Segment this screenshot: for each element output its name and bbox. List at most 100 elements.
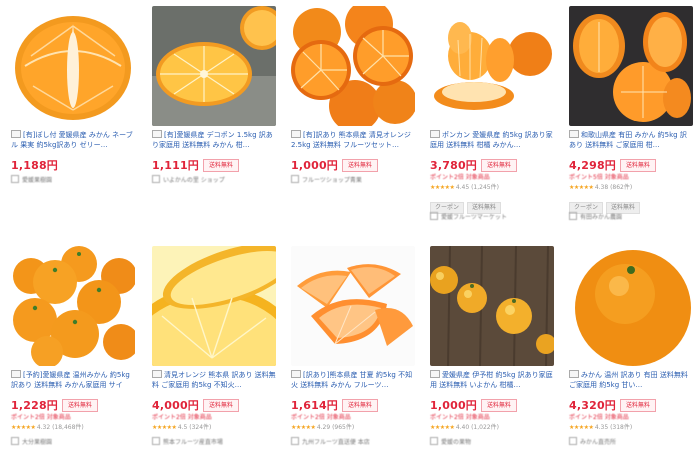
- compare-checkbox[interactable]: [152, 130, 162, 138]
- tag-row: クーポン 送料無料: [569, 194, 643, 214]
- product-title-link[interactable]: [有]訳あり 熊本県産 清見オレンジ 2.5kg 送料無料 フルーツセット…: [291, 130, 415, 150]
- point-note: ポイント2倍 対象商品: [291, 414, 351, 421]
- product-title-link[interactable]: みかん 温州 訳あり 有田 送料無料 ご家庭用 約5kg 甘い…: [569, 370, 693, 390]
- product-title-link[interactable]: [訳あり]熊本県産 甘夏 約5kg 不知火 送料無料 みかん フルーツ…: [291, 370, 415, 390]
- product-image[interactable]: [11, 6, 135, 126]
- rating-text: 4.29 (965件): [316, 424, 355, 431]
- shop-name[interactable]: 愛媛果樹園: [22, 177, 52, 184]
- shop-icon: [11, 437, 19, 445]
- rating-text: 4.35 (318件): [594, 424, 633, 431]
- price-row: 1,000円 送料無料: [291, 154, 415, 172]
- rating-text: 4.38 (862件): [594, 184, 633, 191]
- product-image[interactable]: [11, 246, 135, 366]
- shop-link[interactable]: 愛媛果樹園: [11, 175, 52, 184]
- shop-name[interactable]: 大分果樹園: [22, 439, 52, 446]
- product-image[interactable]: [152, 6, 276, 126]
- rating[interactable]: ★★★★★ 4.35 (318件): [569, 422, 632, 431]
- product-title-link[interactable]: [有]ぼし付 愛媛県産 みかん ネーブル 果実 約5kg訳あり ゼリー…: [11, 130, 135, 150]
- product-image[interactable]: [569, 246, 693, 366]
- product-title-text[interactable]: 清見オレンジ 熊本県 訳あり 送料無料 ご家庭用 約5kg 不知火…: [152, 371, 276, 389]
- product-image[interactable]: [569, 6, 693, 126]
- point-note: ポイント2倍 対象商品: [569, 414, 629, 421]
- product-image[interactable]: [291, 246, 415, 366]
- shop-name[interactable]: 愛媛フルーツマーケット: [441, 214, 507, 221]
- product-price: 1,000: [291, 159, 327, 172]
- free-shipping-badge: 送料無料: [481, 159, 518, 172]
- product-price: 4,298: [569, 159, 605, 172]
- shop-name[interactable]: 愛媛の果物: [441, 439, 471, 446]
- product-title-link[interactable]: [有]愛媛県産 デコポン 1.5kg 訳あり家庭用 送料無料 みかん 柑…: [152, 130, 276, 150]
- product-title-link[interactable]: 和歌山県産 有田 みかん 約5kg 訳あり 送料無料 ご家庭用 柑…: [569, 130, 693, 150]
- shop-link[interactable]: 有田みかん農園: [569, 212, 622, 221]
- shop-icon: [430, 437, 438, 445]
- shop-name[interactable]: 有田みかん農園: [580, 214, 622, 221]
- product-title-text[interactable]: ポンカン 愛媛県産 約5kg 訳あり家庭用 送料無料 柑橘 みかん…: [430, 131, 553, 149]
- rating-stars-icon: ★★★★★: [11, 424, 37, 431]
- price-currency: 円: [465, 159, 477, 172]
- compare-checkbox[interactable]: [152, 370, 162, 378]
- rating[interactable]: ★★★★★ 4.38 (862件): [569, 182, 632, 191]
- price-currency: 円: [604, 159, 616, 172]
- shop-icon: [11, 175, 19, 183]
- product-title-text[interactable]: 和歌山県産 有田 みかん 約5kg 訳あり 送料無料 ご家庭用 柑…: [569, 131, 687, 149]
- product-image[interactable]: [430, 6, 554, 126]
- price-row: 1,228円 送料無料: [11, 394, 135, 412]
- rating[interactable]: ★★★★★ 4.29 (965件): [291, 422, 354, 431]
- shop-name[interactable]: みかん直売所: [580, 439, 616, 446]
- shop-link[interactable]: 愛媛の果物: [430, 437, 471, 446]
- compare-checkbox[interactable]: [11, 130, 21, 138]
- compare-checkbox[interactable]: [569, 130, 579, 138]
- product-title-text[interactable]: [有]訳あり 熊本県産 清見オレンジ 2.5kg 送料無料 フルーツセット…: [291, 131, 411, 149]
- shop-link[interactable]: いよかんの里 ショップ: [152, 175, 225, 184]
- shop-name[interactable]: フルーツショップ青果: [302, 177, 362, 184]
- compare-checkbox[interactable]: [430, 130, 440, 138]
- free-shipping-badge: 送料無料: [203, 159, 240, 172]
- shop-link[interactable]: みかん直売所: [569, 437, 616, 446]
- free-shipping-badge: 送料無料: [342, 159, 379, 172]
- shop-icon: [291, 437, 299, 445]
- compare-checkbox[interactable]: [569, 370, 579, 378]
- shop-icon: [152, 175, 160, 183]
- price-row: 1,111円 送料無料: [152, 154, 276, 172]
- shop-link[interactable]: フルーツショップ青果: [291, 175, 362, 184]
- price-row: 4,298円 送料無料: [569, 154, 693, 172]
- shop-name[interactable]: いよかんの里 ショップ: [163, 177, 225, 184]
- product-image[interactable]: [430, 246, 554, 366]
- price-row: 1,000円 送料無料: [430, 394, 554, 412]
- product-title-link[interactable]: [予約]愛媛県産 温州みかん 約5kg 訳あり 送料無料 みかん家庭用 サイズ…: [11, 370, 135, 390]
- product-title-text[interactable]: [訳あり]熊本県産 甘夏 約5kg 不知火 送料無料 みかん フルーツ…: [291, 371, 412, 389]
- product-title-link[interactable]: ポンカン 愛媛県産 約5kg 訳あり家庭用 送料無料 柑橘 みかん…: [430, 130, 554, 150]
- product-title-text[interactable]: [有]愛媛県産 デコポン 1.5kg 訳あり家庭用 送料無料 みかん 柑…: [152, 131, 273, 149]
- product-price: 1,228: [11, 399, 47, 412]
- shop-link[interactable]: 九州フルーツ直送便 本店: [291, 437, 370, 446]
- product-title-text[interactable]: みかん 温州 訳あり 有田 送料無料 ご家庭用 約5kg 甘い…: [569, 371, 688, 389]
- product-image[interactable]: [152, 246, 276, 366]
- product-title-link[interactable]: 清見オレンジ 熊本県 訳あり 送料無料 ご家庭用 約5kg 不知火…: [152, 370, 276, 390]
- rating[interactable]: ★★★★★ 4.40 (1,022件): [430, 422, 499, 431]
- product-title-link[interactable]: 愛媛県産 伊予柑 約5kg 訳あり家庭用 送料無料 いよかん 柑橘…: [430, 370, 554, 390]
- rating[interactable]: ★★★★★ 4.32 (18,468件): [11, 422, 84, 431]
- compare-checkbox[interactable]: [291, 370, 301, 378]
- compare-checkbox[interactable]: [11, 370, 21, 378]
- product-title-text[interactable]: [有]ぼし付 愛媛県産 みかん ネーブル 果実 約5kg訳あり ゼリー…: [11, 131, 133, 149]
- shop-icon: [569, 437, 577, 445]
- shop-link[interactable]: 熊本フルーツ産直市場: [152, 437, 223, 446]
- product-price: 1,111: [152, 159, 188, 172]
- free-shipping-badge: 送料無料: [203, 399, 240, 412]
- product-title-text[interactable]: 愛媛県産 伊予柑 約5kg 訳あり家庭用 送料無料 いよかん 柑橘…: [430, 371, 553, 389]
- rating[interactable]: ★★★★★ 4.45 (1,245件): [430, 182, 499, 191]
- point-note: ポイント2倍 対象商品: [152, 414, 212, 421]
- free-shipping-badge: 送料無料: [481, 399, 518, 412]
- shop-link[interactable]: 愛媛フルーツマーケット: [430, 212, 507, 221]
- compare-checkbox[interactable]: [430, 370, 440, 378]
- product-title-text[interactable]: [予約]愛媛県産 温州みかん 約5kg 訳あり 送料無料 みかん家庭用 サイズ…: [11, 371, 130, 390]
- shop-link[interactable]: 大分果樹園: [11, 437, 52, 446]
- shop-name[interactable]: 九州フルーツ直送便 本店: [302, 439, 370, 446]
- point-note: ポイント2倍 対象商品: [11, 414, 71, 421]
- shop-name[interactable]: 熊本フルーツ産直市場: [163, 439, 223, 446]
- product-image[interactable]: [291, 6, 415, 126]
- compare-checkbox[interactable]: [291, 130, 301, 138]
- price-row: 3,780円 送料無料: [430, 154, 554, 172]
- price-currency: 円: [46, 159, 58, 172]
- rating[interactable]: ★★★★★ 4.5 (324件): [152, 422, 211, 431]
